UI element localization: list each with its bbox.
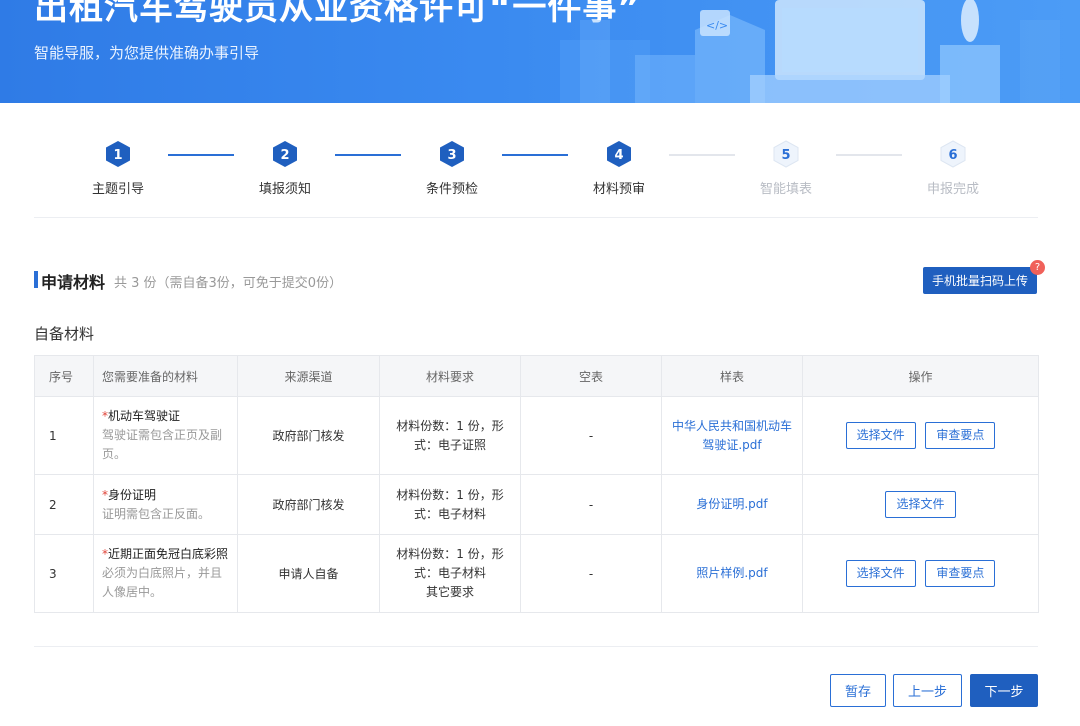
blank-form: - xyxy=(520,534,662,613)
section-count: 共 3 份（需自备3份，可免于提交0份） xyxy=(114,276,343,291)
sample-cell: 中华人民共和国机动车驾驶证.pdf xyxy=(661,396,803,475)
col-header-index: 序号 xyxy=(34,355,94,397)
blank-form: - xyxy=(520,474,662,535)
sample-file-link[interactable]: 身份证明.pdf xyxy=(696,497,767,511)
banner-illustration: </> xyxy=(560,0,1060,103)
svg-text:6: 6 xyxy=(948,148,957,163)
section-accent-bar xyxy=(34,271,38,288)
materials-table: 序号 您需要准备的材料 来源渠道 材料要求 空表 样表 操作 1 *机动车驾驶证… xyxy=(34,355,1039,613)
svg-text:1: 1 xyxy=(113,148,122,163)
svg-text:3: 3 xyxy=(447,148,456,163)
step-2: 2 填报须知 xyxy=(225,140,345,197)
col-header-blank-form: 空表 xyxy=(520,355,662,397)
table-header-row: 序号 您需要准备的材料 来源渠道 材料要求 空表 样表 操作 xyxy=(34,355,1039,397)
table-row: 1 *机动车驾驶证 驾驶证需包含正页及副页。 政府部门核发 材料份数：1 份，形… xyxy=(34,396,1039,475)
step-1: 1 主题引导 xyxy=(58,140,178,197)
sample-file-link[interactable]: 中华人民共和国机动车驾驶证.pdf xyxy=(672,419,792,452)
step-number-hexagon-icon: 3 xyxy=(440,141,464,167)
step-label: 智能填表 xyxy=(759,182,812,197)
svg-text:4: 4 xyxy=(614,148,623,163)
material-name: 身份证明 xyxy=(108,487,157,502)
select-file-button[interactable]: 选择文件 xyxy=(845,560,916,587)
step-label: 申报完成 xyxy=(926,182,979,197)
steps-divider xyxy=(34,217,1038,218)
svg-text:2: 2 xyxy=(280,148,289,163)
sample-file-link[interactable]: 照片样例.pdf xyxy=(696,566,767,580)
row-index: 2 xyxy=(34,474,94,535)
source-channel: 政府部门核发 xyxy=(237,396,380,475)
save-draft-button[interactable]: 暂存 xyxy=(830,674,886,707)
actions-cell: 选择文件 xyxy=(802,474,1039,535)
self-prepared-title: 自备材料 xyxy=(34,325,95,343)
material-name: 近期正面免冠白底彩照 xyxy=(108,547,229,561)
next-step-button[interactable]: 下一步 xyxy=(970,674,1038,707)
col-header-source: 来源渠道 xyxy=(237,355,380,397)
progress-steps: 1 主题引导 2 填报须知 3 条件预检 4 材料预审 5 智能填表 6 申报完… xyxy=(34,140,1038,200)
footer-divider xyxy=(34,646,1038,647)
step-number-hexagon-icon: 6 xyxy=(940,140,966,168)
table-row: 2 *身份证明 证明需包含正反面。 政府部门核发 材料份数：1 份，形 式：电子… xyxy=(34,474,1039,535)
requirement-line: 式：电子证照 xyxy=(413,437,486,452)
step-label: 材料预审 xyxy=(592,182,645,197)
material-cell: *近期正面免冠白底彩照 必须为白底照片，并且人像居中。 xyxy=(93,534,238,613)
step-label: 主题引导 xyxy=(91,182,144,197)
sample-cell: 身份证明.pdf xyxy=(661,474,803,535)
prev-step-button[interactable]: 上一步 xyxy=(893,674,962,707)
col-header-requirement: 材料要求 xyxy=(379,355,521,397)
section-title: 申请材料 xyxy=(41,273,106,292)
header-banner: 出租汽车驾驶员从业资格许可“一件事” 智能导服，为您提供准确办事引导 </> xyxy=(0,0,1080,103)
row-index: 3 xyxy=(34,534,94,613)
col-header-sample: 样表 xyxy=(661,355,803,397)
svg-text:</>: </> xyxy=(706,19,728,32)
actions-cell: 选择文件 审查要点 xyxy=(802,534,1039,613)
material-cell: *机动车驾驶证 驾驶证需包含正页及副页。 xyxy=(93,396,238,475)
requirement-line: 式：电子材料 xyxy=(413,506,486,521)
banner-subtitle: 智能导服，为您提供准确办事引导 xyxy=(34,44,260,62)
step-5: 5 智能填表 xyxy=(726,140,846,197)
requirement-cell: 材料份数：1 份，形 式：电子材料 其它要求 xyxy=(379,534,521,613)
material-name: 机动车驾驶证 xyxy=(108,409,181,423)
source-channel: 政府部门核发 xyxy=(237,474,380,535)
actions-cell: 选择文件 审查要点 xyxy=(802,396,1039,475)
select-file-button[interactable]: 选择文件 xyxy=(885,491,956,518)
row-index: 1 xyxy=(34,396,94,475)
batch-scan-upload-button[interactable]: 手机批量扫码上传 xyxy=(923,267,1037,294)
material-cell: *身份证明 证明需包含正反面。 xyxy=(93,474,238,535)
step-number-hexagon-icon: 1 xyxy=(106,141,130,167)
col-header-actions: 操作 xyxy=(802,355,1039,397)
step-4: 4 材料预审 xyxy=(559,140,679,197)
material-note: 证明需包含正反面。 xyxy=(102,506,211,521)
step-number-hexagon-icon: 2 xyxy=(273,141,297,167)
step-number-hexagon-icon: 4 xyxy=(607,141,631,167)
requirement-line: 其它要求 xyxy=(425,585,474,599)
sample-cell: 照片样例.pdf xyxy=(661,534,803,613)
step-6: 6 申报完成 xyxy=(893,140,1013,197)
col-header-material: 您需要准备的材料 xyxy=(93,355,238,397)
material-note: 必须为白底照片，并且人像居中。 xyxy=(102,566,223,599)
step-number-hexagon-icon: 5 xyxy=(773,140,799,168)
step-3: 3 条件预检 xyxy=(392,140,512,197)
requirement-line: 材料份数：1 份，形 xyxy=(396,418,504,433)
svg-text:5: 5 xyxy=(781,148,790,163)
requirement-line: 材料份数：1 份，形 xyxy=(396,547,504,561)
requirement-cell: 材料份数：1 份，形 式：电子证照 xyxy=(379,396,521,475)
blank-form: - xyxy=(520,396,662,475)
review-points-button[interactable]: 审查要点 xyxy=(925,422,996,449)
requirement-line: 式：电子材料 xyxy=(413,566,486,580)
material-note: 驾驶证需包含正页及副页。 xyxy=(102,428,223,461)
review-points-button[interactable]: 审查要点 xyxy=(925,560,996,587)
select-file-button[interactable]: 选择文件 xyxy=(845,422,916,449)
source-channel: 申请人自备 xyxy=(237,534,380,613)
requirement-line: 材料份数：1 份，形 xyxy=(396,487,504,502)
help-badge-icon[interactable]: ? xyxy=(1030,260,1045,275)
requirement-cell: 材料份数：1 份，形 式：电子材料 xyxy=(379,474,521,535)
step-label: 条件预检 xyxy=(425,182,478,197)
table-row: 3 *近期正面免冠白底彩照 必须为白底照片，并且人像居中。 申请人自备 材料份数… xyxy=(34,534,1039,613)
step-label: 填报须知 xyxy=(258,182,311,197)
